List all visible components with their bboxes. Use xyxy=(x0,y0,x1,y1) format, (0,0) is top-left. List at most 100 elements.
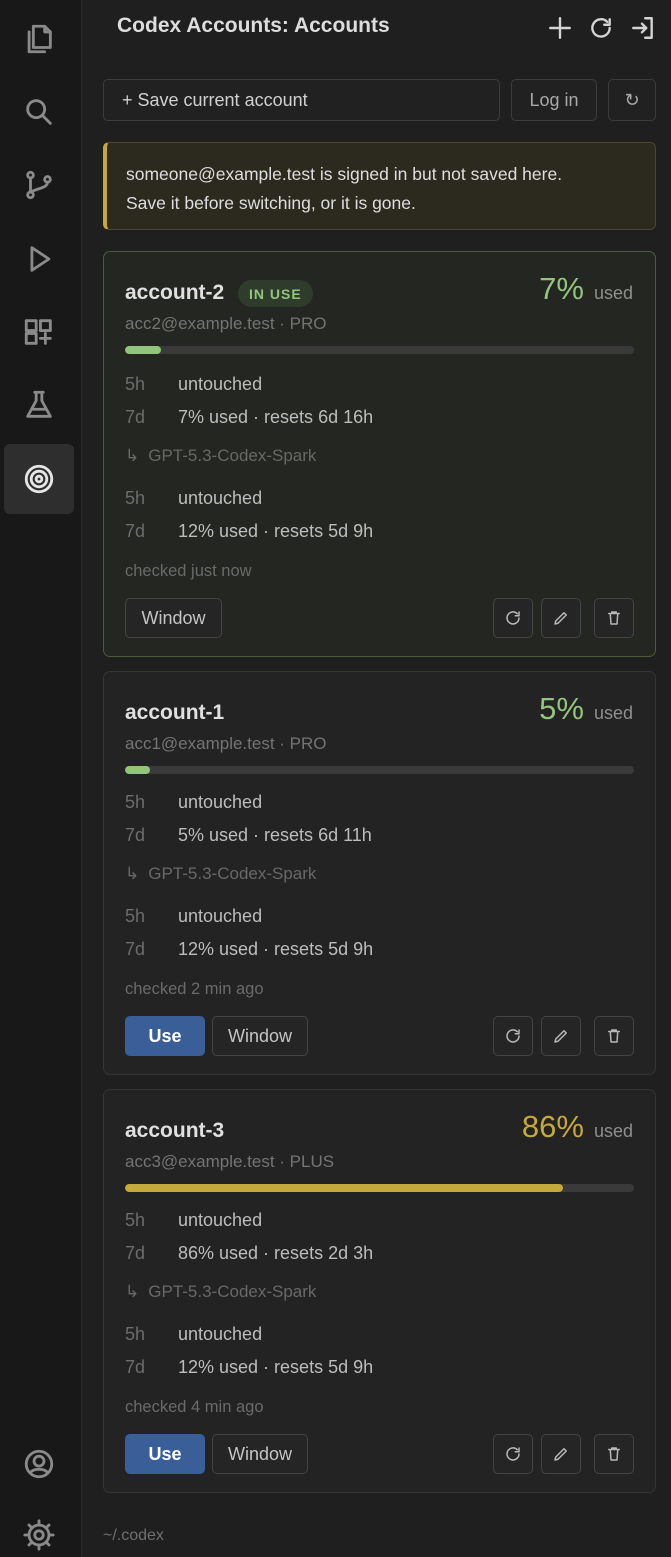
limit-window: 5h xyxy=(125,792,146,812)
limit-row: 7d 5% used · resets 6d 11h xyxy=(125,825,372,846)
refresh-icon xyxy=(506,611,520,625)
model-name: GPT-5.3-Codex-Spark xyxy=(148,1282,317,1301)
limit-status: untouched xyxy=(178,1324,263,1344)
search-icon[interactable] xyxy=(4,77,74,147)
pencil-icon xyxy=(554,1448,567,1461)
refresh-icon[interactable] xyxy=(585,12,617,44)
model-section: ↳ GPT-5.3-Codex-Spark xyxy=(125,1282,316,1302)
trash-icon xyxy=(608,1029,620,1043)
limit-row: 7d 86% used · resets 2d 3h xyxy=(125,1243,373,1264)
account-card: account-1 5% used acc1@example.test · PR… xyxy=(103,671,656,1075)
usage-bar xyxy=(125,346,634,354)
delete-account-button[interactable] xyxy=(594,1016,634,1056)
account-card: account-3 86% used acc3@example.test · P… xyxy=(103,1089,656,1493)
usage-percent-label: used xyxy=(593,1121,633,1141)
limit-row: 5h untouched xyxy=(125,374,262,395)
last-checked: checked just now xyxy=(125,562,252,580)
last-checked: checked 2 min ago xyxy=(125,980,264,998)
limit-status: untouched xyxy=(178,374,263,394)
limit-status: 86% used · resets 2d 3h xyxy=(178,1243,374,1263)
model-name: GPT-5.3-Codex-Spark xyxy=(148,864,317,883)
usage-bar-fill xyxy=(125,766,151,774)
model-arrow: ↳ xyxy=(125,446,140,465)
limit-window: 7d xyxy=(125,825,146,845)
pencil-icon xyxy=(554,612,567,625)
usage-bar-fill xyxy=(125,346,161,354)
codex-home-path: ~/.codex xyxy=(103,1527,164,1544)
limit-window: 7d xyxy=(125,939,146,959)
refresh-account-button[interactable] xyxy=(493,598,533,638)
source-control-icon[interactable] xyxy=(4,150,74,220)
refresh-all-button[interactable]: ↻ xyxy=(608,79,656,121)
limit-row: 5h untouched xyxy=(125,488,262,509)
codex-accounts-icon[interactable] xyxy=(4,444,74,514)
limit-window: 5h xyxy=(125,906,146,926)
account-icon[interactable] xyxy=(4,1429,74,1499)
limit-row: 5h untouched xyxy=(125,906,262,927)
limit-window: 7d xyxy=(125,1243,146,1263)
window-button[interactable]: Window xyxy=(125,598,222,638)
usage-percent: 7% used xyxy=(539,271,633,307)
rename-account-button[interactable] xyxy=(541,1434,581,1474)
limit-status: 12% used · resets 5d 9h xyxy=(178,521,374,541)
run-debug-icon[interactable] xyxy=(4,224,74,294)
testing-icon[interactable] xyxy=(4,370,74,440)
usage-percent-value: 5% xyxy=(539,691,584,726)
refresh-account-button[interactable] xyxy=(493,1434,533,1474)
account-name: account-3 xyxy=(125,1119,225,1142)
limit-status: 12% used · resets 5d 9h xyxy=(178,939,374,959)
limit-status: 7% used · resets 6d 16h xyxy=(178,407,374,427)
limit-status: untouched xyxy=(178,488,263,508)
panel-title: Codex Accounts: Accounts xyxy=(117,14,390,37)
limit-window: 5h xyxy=(125,488,146,508)
use-account-button[interactable]: Use xyxy=(125,1016,205,1056)
use-account-button[interactable]: Use xyxy=(125,1434,205,1474)
delete-account-button[interactable] xyxy=(594,598,634,638)
add-icon[interactable] xyxy=(544,12,576,44)
limit-window: 7d xyxy=(125,521,146,541)
account-card: account-2 IN USE 7% used acc2@example.te… xyxy=(103,251,656,657)
usage-percent-label: used xyxy=(593,703,633,723)
model-arrow: ↳ xyxy=(125,864,140,883)
usage-bar xyxy=(125,766,634,774)
account-email-plan: acc2@example.test · PRO xyxy=(125,314,327,333)
account-email-plan: acc3@example.test · PLUS xyxy=(125,1152,335,1171)
limit-status: untouched xyxy=(178,1210,263,1230)
refresh-account-button[interactable] xyxy=(493,1016,533,1056)
model-arrow: ↳ xyxy=(125,1282,140,1301)
explorer-icon[interactable] xyxy=(4,4,74,74)
limit-window: 5h xyxy=(125,374,146,394)
last-checked: checked 4 min ago xyxy=(125,1398,264,1416)
limit-row: 7d 7% used · resets 6d 16h xyxy=(125,407,373,428)
limit-row: 5h untouched xyxy=(125,792,262,813)
extensions-icon[interactable] xyxy=(4,297,74,367)
usage-percent: 5% used xyxy=(539,691,633,727)
unsaved-account-warning: someone@example.test is signed in but no… xyxy=(103,142,656,230)
rename-account-button[interactable] xyxy=(541,598,581,638)
account-name: account-2 xyxy=(125,281,225,304)
rename-account-button[interactable] xyxy=(541,1016,581,1056)
limit-row: 5h untouched xyxy=(125,1324,262,1345)
save-current-account-button[interactable]: + Save current account xyxy=(103,79,500,121)
account-email-plan: acc1@example.test · PRO xyxy=(125,734,327,753)
limit-row: 7d 12% used · resets 5d 9h xyxy=(125,939,373,960)
activity-bar xyxy=(0,0,82,1557)
window-button[interactable]: Window xyxy=(212,1434,308,1474)
limit-status: 12% used · resets 5d 9h xyxy=(178,1357,374,1377)
limit-row: 7d 12% used · resets 5d 9h xyxy=(125,1357,373,1378)
window-button[interactable]: Window xyxy=(212,1016,308,1056)
settings-gear-icon[interactable] xyxy=(4,1500,74,1557)
usage-percent: 86% used xyxy=(522,1109,633,1145)
limit-window: 5h xyxy=(125,1324,146,1344)
warning-line-2: Save it before switching, or it is gone. xyxy=(126,193,416,213)
trash-icon xyxy=(608,1447,620,1461)
limit-row: 7d 12% used · resets 5d 9h xyxy=(125,521,373,542)
delete-account-button[interactable] xyxy=(594,1434,634,1474)
trash-icon xyxy=(608,611,620,625)
model-section: ↳ GPT-5.3-Codex-Spark xyxy=(125,446,316,466)
limit-row: 5h untouched xyxy=(125,1210,262,1231)
log-in-button[interactable]: Log in xyxy=(511,79,597,121)
model-name: GPT-5.3-Codex-Spark xyxy=(148,446,317,465)
sign-in-icon[interactable] xyxy=(627,12,659,44)
in-use-badge: IN USE xyxy=(238,280,313,307)
